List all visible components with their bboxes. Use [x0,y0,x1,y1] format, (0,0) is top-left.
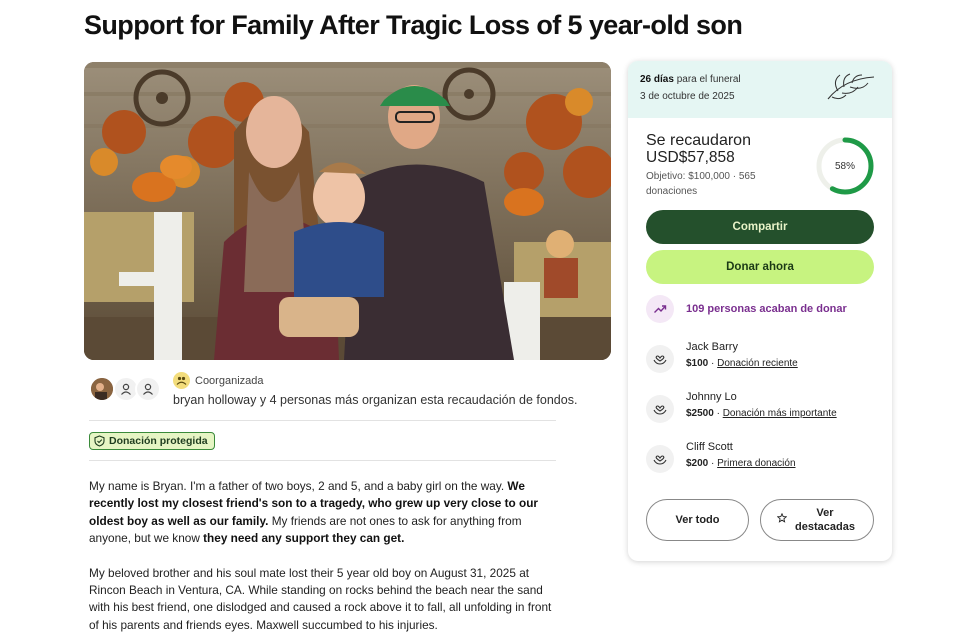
donor-meta: $2500 · Donación más importante [686,408,837,419]
heart-hands-icon [646,345,674,373]
shield-check-icon [94,435,105,447]
coorganized-badge: Coorganizada [173,372,264,389]
goal-text: Objetivo: $100,000 · 565 donaciones [646,171,756,197]
donor-meta: $200 · Primera donación [686,458,796,469]
hands-icon [173,372,190,389]
protected-donation-badge[interactable]: Donación protegida [89,432,215,450]
see-all-button[interactable]: Ver todo [646,499,749,541]
donor-tag-link[interactable]: Donación más importante [723,408,837,419]
donor-tag-link[interactable]: Donación reciente [717,358,798,369]
organizer-text: bryan holloway y 4 personas más organiza… [173,393,578,407]
palm-leaf-icon [827,73,875,100]
divider [89,460,556,461]
raised-amount: USD$57,858 [646,149,735,166]
donor-amount: $200 [686,458,709,469]
donor-item: Jack Barry $100 · Donación reciente [646,341,876,377]
story-paragraph: My name is Bryan. I'm a father of two bo… [89,478,555,548]
coorganized-label: Coorganizada [195,374,264,387]
countdown-text: 26 días para el funeral [640,74,741,85]
raised-label: Se recaudaron [646,132,751,149]
story-text-bold: they need any support they can get. [203,531,405,546]
donor-item: Johnny Lo $2500 · Donación más important… [646,391,876,427]
share-button[interactable]: Compartir [646,210,874,244]
star-icon [776,512,788,527]
funeral-countdown-banner: 26 días para el funeral 3 de octubre de … [628,61,892,118]
donor-item: Cliff Scott $200 · Primera donación [646,441,876,477]
donate-now-button[interactable]: Donar ahora [646,250,874,284]
recent-donors-text: 109 personas acaban de donar [686,303,847,315]
organizer-avatar-photo [89,376,115,402]
organizer-row[interactable]: Coorganizada bryan holloway y 4 personas… [89,372,577,412]
donor-amount: $2500 [686,408,714,419]
see-featured-button[interactable]: Ver destacadas [760,499,874,541]
story-text: My name is Bryan. I'm a father of two bo… [89,479,508,493]
divider [89,420,556,421]
trending-up-icon [646,295,674,323]
donor-tag-link[interactable]: Primera donación [717,458,795,469]
donor-name: Cliff Scott [686,441,733,453]
organizer-avatars[interactable] [89,376,163,408]
countdown-suffix: para el funeral [673,74,741,85]
funeral-date: 3 de octubre de 2025 [640,91,735,102]
protected-donation-label: Donación protegida [109,435,208,447]
donor-meta: $100 · Donación reciente [686,358,798,369]
campaign-hero-image [84,62,611,360]
countdown-days: 26 días [640,74,674,85]
progress-percent: 58% [834,160,855,172]
heart-hands-icon [646,445,674,473]
page-title: Support for Family After Tragic Loss of … [84,10,743,40]
see-featured-label: Ver destacadas [795,507,855,533]
donor-amount: $100 [686,358,709,369]
donation-card: 26 días para el funeral 3 de octubre de … [628,61,892,561]
heart-hands-icon [646,395,674,423]
donor-name: Jack Barry [686,341,738,353]
donor-name: Johnny Lo [686,391,737,403]
campaign-story: My name is Bryan. I'm a father of two bo… [89,478,555,640]
person-icon [135,376,161,402]
recent-donors-notice: 109 personas acaban de donar [646,295,847,323]
story-paragraph: My beloved brother and his soul mate los… [89,565,552,632]
